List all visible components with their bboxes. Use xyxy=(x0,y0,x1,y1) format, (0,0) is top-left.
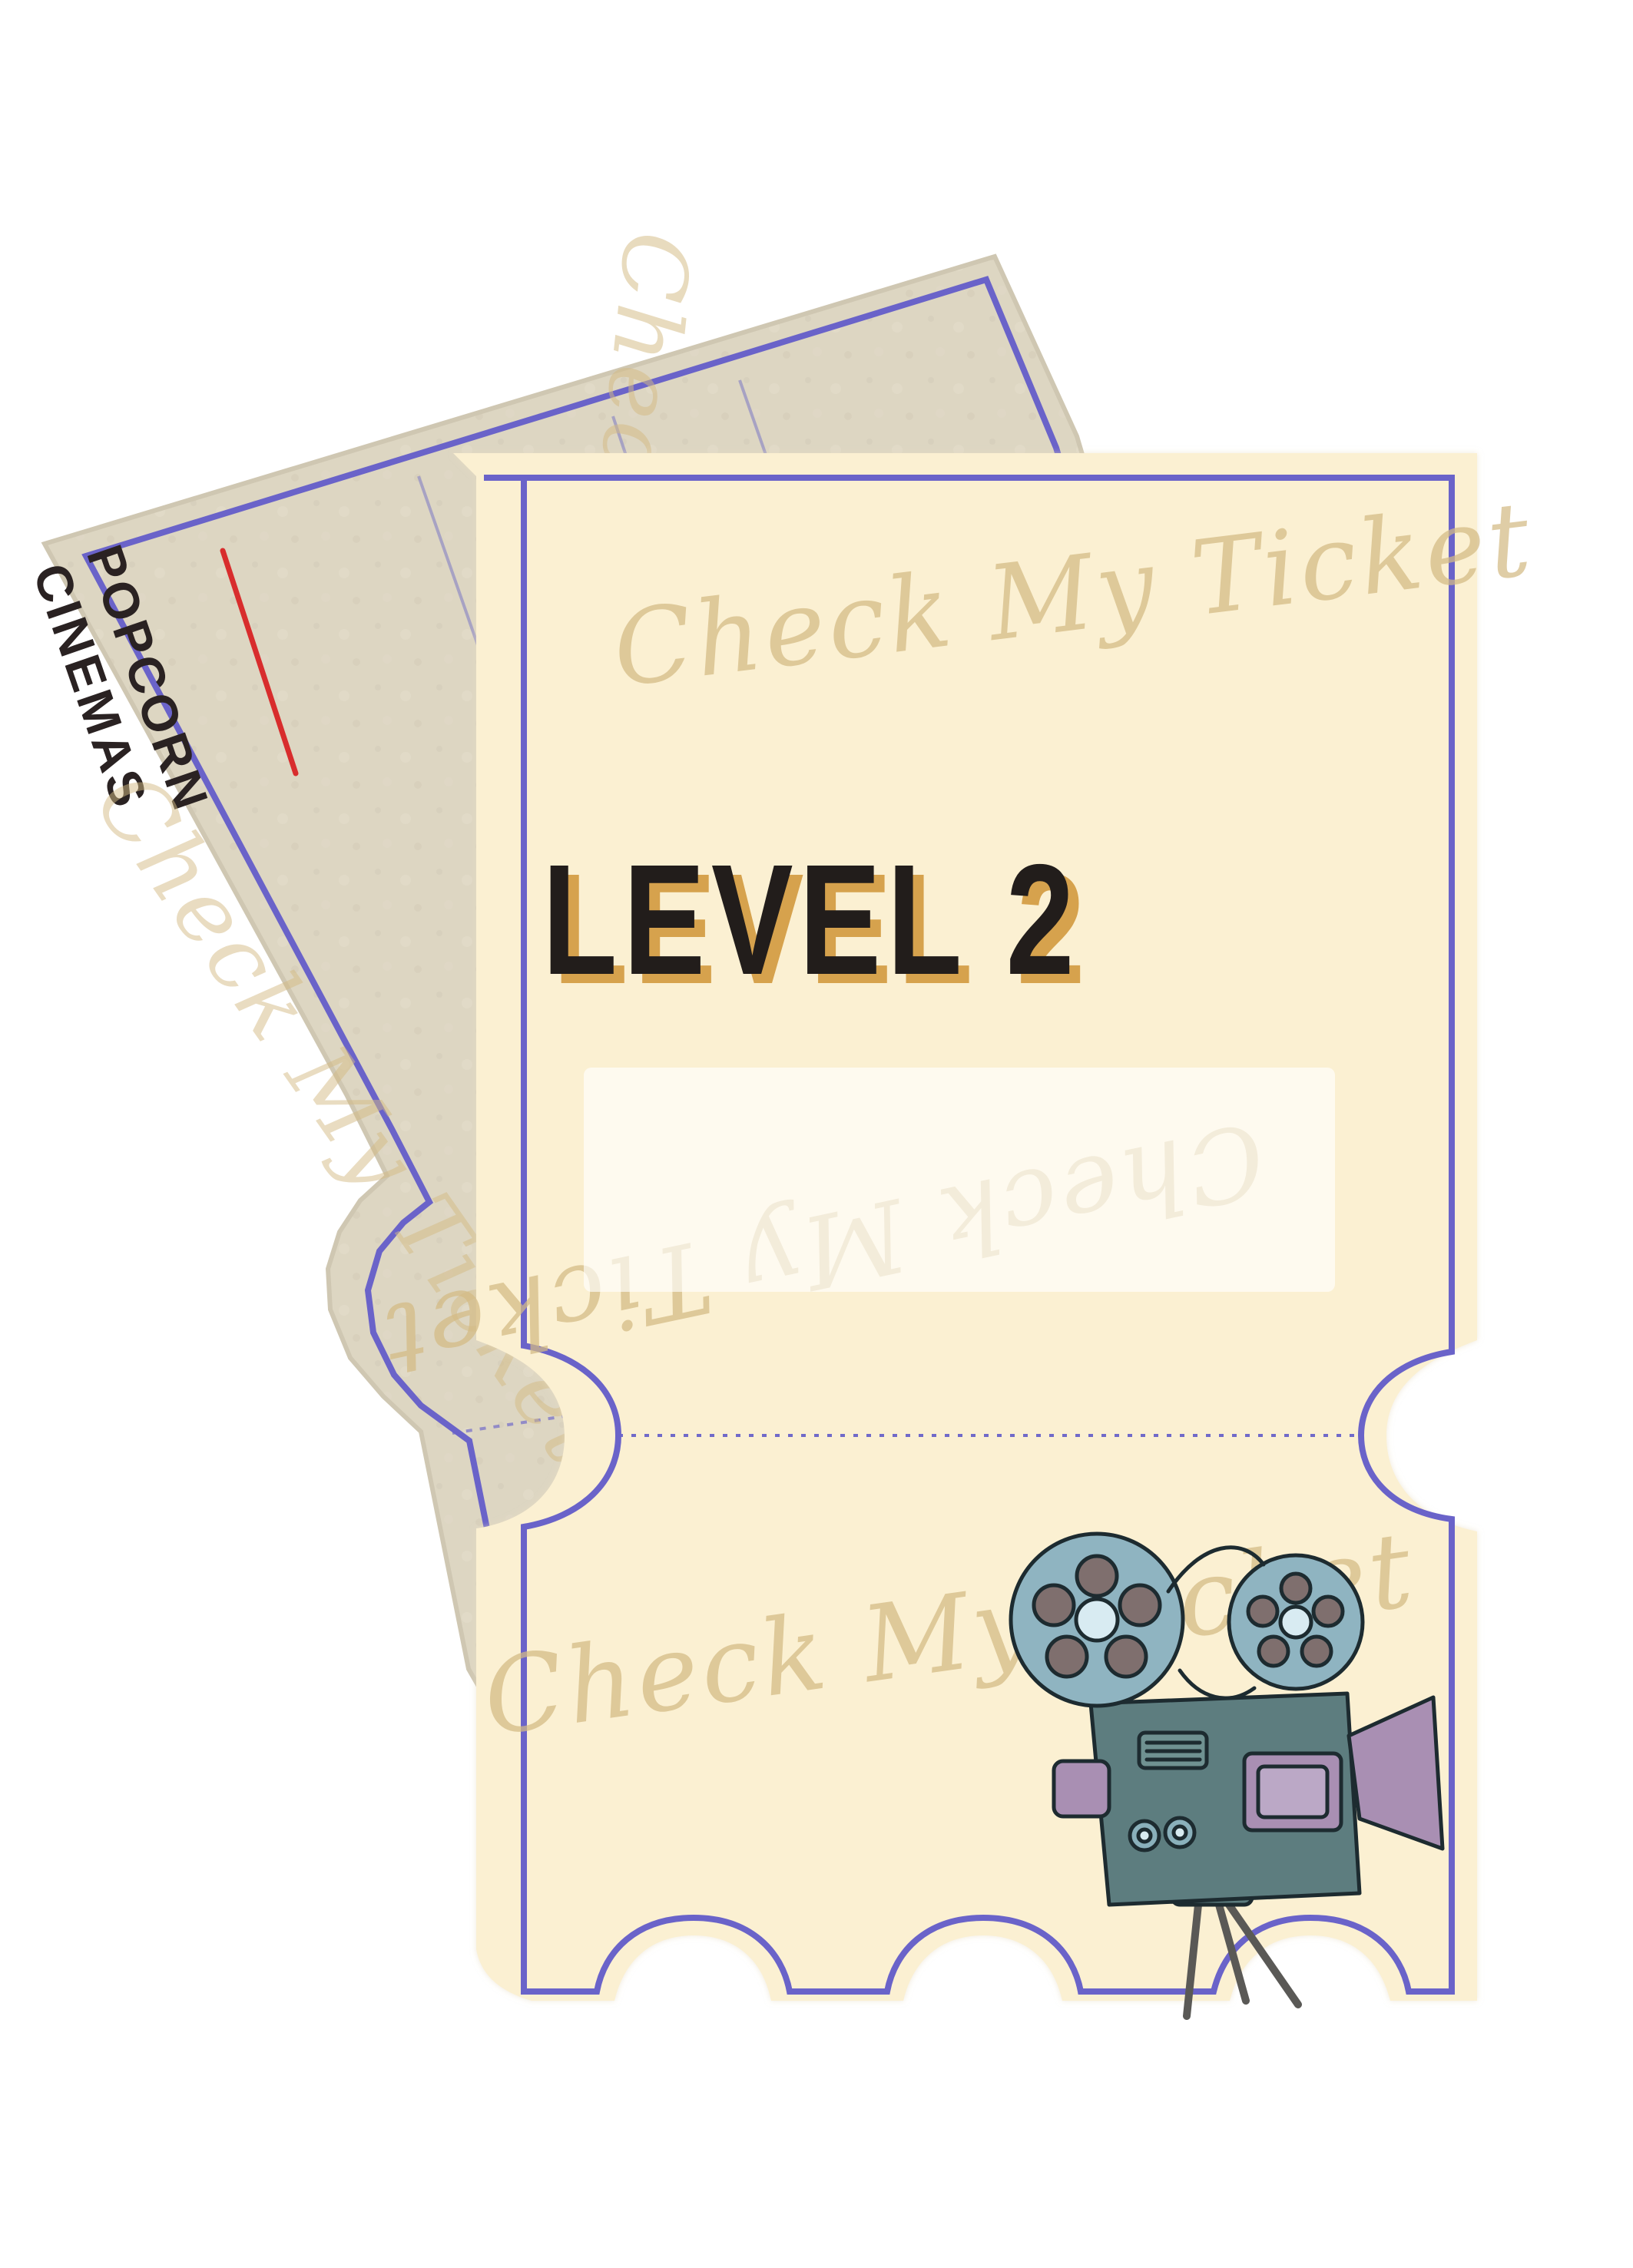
ticket-title: LEVEL 2 LEVEL 2 xyxy=(542,841,1234,1041)
ticket-name-box xyxy=(584,1068,1335,1292)
film-projector-icon xyxy=(1009,1531,1445,2020)
ticket-title-text: LEVEL 2 xyxy=(542,832,1081,1008)
ticket-scene: POPCORN CINEMAS Check My Ticket Check My… xyxy=(0,0,1633,2268)
